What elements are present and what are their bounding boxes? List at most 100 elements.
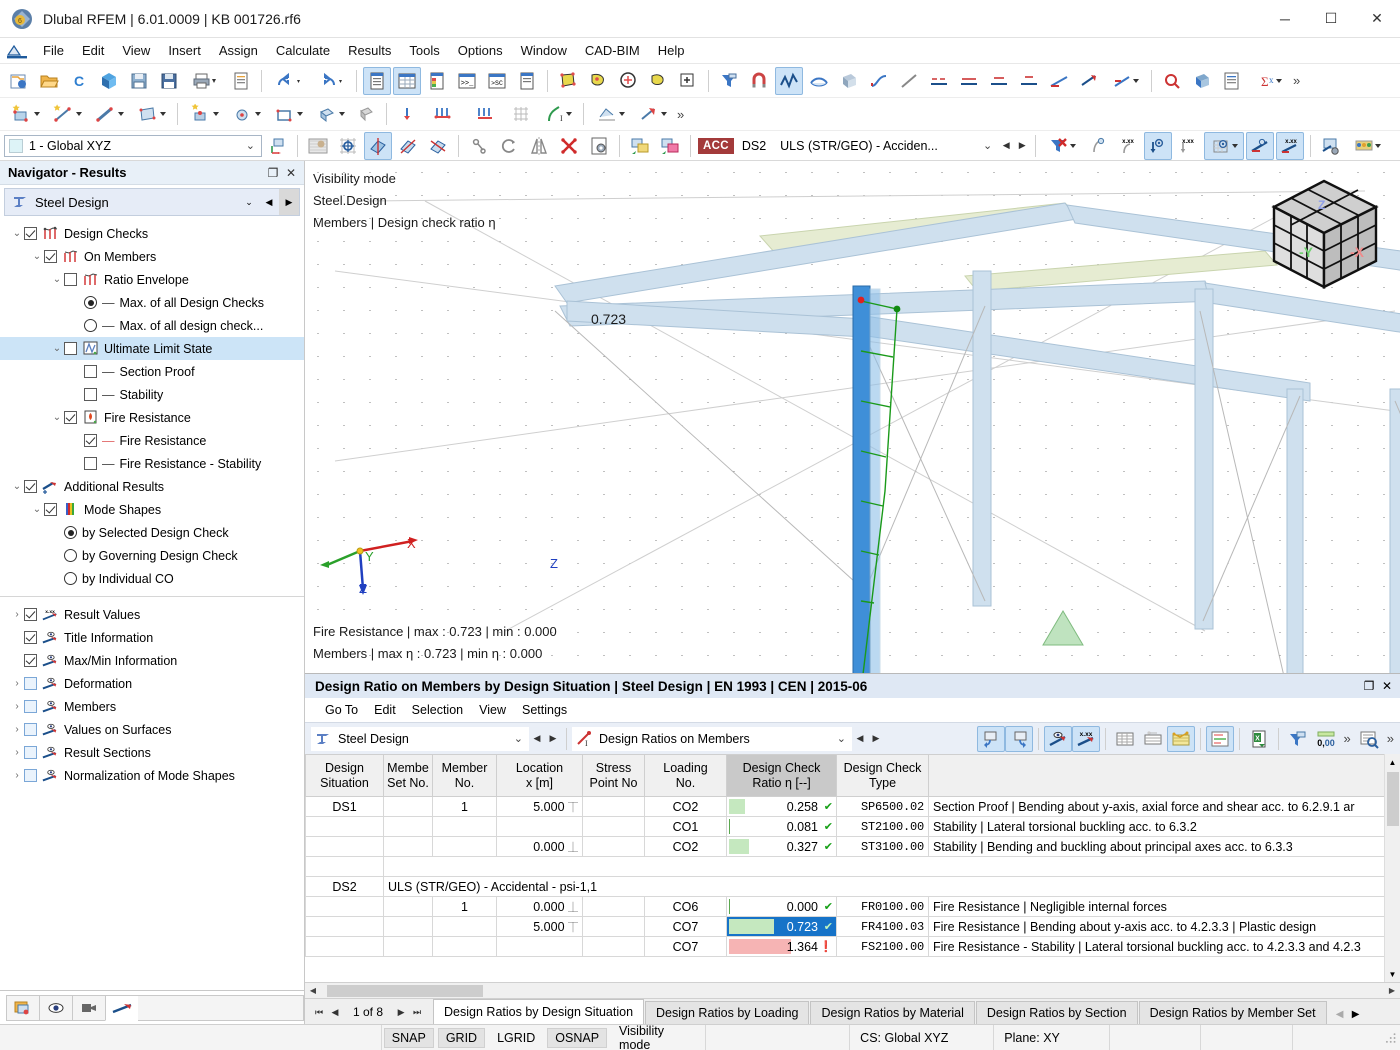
rotate-icon[interactable] bbox=[495, 132, 523, 160]
new-line-icon[interactable] bbox=[47, 100, 87, 128]
results-display-dropdown[interactable] bbox=[1105, 67, 1145, 95]
new-window-2-icon[interactable] bbox=[656, 132, 684, 160]
select-freehand-icon[interactable] bbox=[644, 67, 672, 95]
render-icon[interactable] bbox=[1188, 67, 1216, 95]
display-settings-icon[interactable] bbox=[1317, 132, 1345, 160]
tab-results-icon[interactable] bbox=[105, 995, 139, 1021]
table-menu-edit[interactable]: Edit bbox=[366, 701, 404, 719]
script-icon[interactable]: >SC bbox=[483, 67, 511, 95]
table-grid-icon[interactable] bbox=[1111, 726, 1139, 752]
tree-item[interactable]: Title Information bbox=[0, 626, 304, 649]
load-combination-combo[interactable]: ULS (STR/GEO) - Acciden... ⌄ bbox=[776, 135, 998, 157]
tree-checkbox[interactable] bbox=[24, 631, 37, 644]
menu-cad-bim[interactable]: CAD-BIM bbox=[576, 40, 649, 61]
tree-item[interactable]: ›Normalization of Mode Shapes bbox=[0, 764, 304, 787]
printout-report-icon[interactable] bbox=[227, 67, 255, 95]
lc-prev-button[interactable]: ◀ bbox=[998, 135, 1014, 157]
render-view-icon[interactable] bbox=[304, 132, 332, 160]
solid-block-icon[interactable] bbox=[352, 100, 380, 128]
tree-item[interactable]: ›Values on Surfaces bbox=[0, 718, 304, 741]
pager-next-button[interactable]: ▶ bbox=[393, 1004, 409, 1020]
select-special-icon[interactable] bbox=[674, 67, 702, 95]
result-values-1-icon[interactable] bbox=[925, 67, 953, 95]
printout-icon[interactable] bbox=[1218, 67, 1246, 95]
table-header-cell[interactable]: Locationx [m] bbox=[497, 755, 583, 797]
settings-gear-icon[interactable] bbox=[585, 132, 613, 160]
new-surface-support-icon[interactable] bbox=[268, 100, 308, 128]
new-hinge-icon[interactable] bbox=[226, 100, 266, 128]
tree-item[interactable]: ›Deformation bbox=[0, 672, 304, 695]
snap-grid-icon[interactable] bbox=[334, 132, 362, 160]
new-support-icon[interactable] bbox=[184, 100, 224, 128]
chevron-down-icon[interactable]: ⌄ bbox=[979, 139, 996, 152]
tree-item[interactable]: —Section Proof bbox=[0, 360, 304, 383]
tree-expander-icon[interactable]: ⌄ bbox=[30, 251, 44, 262]
tree-checkbox[interactable] bbox=[84, 434, 97, 447]
menu-assign[interactable]: Assign bbox=[210, 40, 267, 61]
filter-results-icon[interactable] bbox=[1042, 132, 1082, 160]
table-header-cell[interactable] bbox=[929, 755, 1385, 797]
navigator-module-selector[interactable]: Steel Design ⌄ ◀ ▶ bbox=[4, 188, 300, 216]
table-module-next[interactable]: ▶ bbox=[545, 728, 561, 750]
plane-yz-icon[interactable] bbox=[424, 132, 452, 160]
scroll-left-arrow[interactable]: ◀ bbox=[305, 983, 321, 999]
tree-item[interactable]: by Governing Design Check bbox=[0, 544, 304, 567]
menu-help[interactable]: Help bbox=[649, 40, 694, 61]
tree-expander-icon[interactable]: › bbox=[10, 770, 24, 781]
tree-expander-icon[interactable]: ⌄ bbox=[30, 504, 44, 515]
color-scale-icon[interactable] bbox=[1347, 132, 1387, 160]
tree-item[interactable]: —Stability bbox=[0, 383, 304, 406]
scroll-right-arrow[interactable]: ▶ bbox=[1384, 983, 1400, 999]
menu-insert[interactable]: Insert bbox=[159, 40, 210, 61]
delete-icon[interactable] bbox=[555, 132, 583, 160]
table-toolbar-overflow-2[interactable]: » bbox=[1383, 731, 1398, 746]
status-snap-toggle[interactable]: SNAP bbox=[384, 1028, 434, 1048]
table-header-cell[interactable]: DesignSituation bbox=[306, 755, 384, 797]
plane-xz-icon[interactable] bbox=[394, 132, 422, 160]
tree-checkbox[interactable] bbox=[24, 746, 37, 759]
tree-item[interactable]: ⌄Design Checks bbox=[0, 222, 304, 245]
navigator-next-button[interactable]: ▶ bbox=[279, 189, 299, 215]
tree-expander-icon[interactable]: › bbox=[10, 724, 24, 735]
chevron-down-icon[interactable]: ⌄ bbox=[242, 139, 259, 152]
tree-item[interactable]: ⌄On Members bbox=[0, 245, 304, 268]
info-list-icon[interactable] bbox=[513, 67, 541, 95]
pager-prev-button[interactable]: ◀ bbox=[327, 1004, 343, 1020]
tree-item[interactable]: ⌄Mode Shapes bbox=[0, 498, 304, 521]
table-horizontal-scrollbar[interactable]: ◀ ▶ bbox=[305, 982, 1400, 998]
menu-calculate[interactable]: Calculate bbox=[267, 40, 339, 61]
tree-expander-icon[interactable]: ⌄ bbox=[50, 343, 64, 354]
table-vertical-scrollbar[interactable]: ▲ ▼ bbox=[1384, 754, 1400, 982]
magnet-icon[interactable] bbox=[745, 67, 773, 95]
tab-views-icon[interactable] bbox=[72, 995, 106, 1021]
results-graph-icon[interactable] bbox=[775, 67, 803, 95]
table-tab[interactable]: Design Ratios by Loading bbox=[645, 1001, 809, 1024]
undo-icon[interactable] bbox=[268, 67, 308, 95]
tree-checkbox[interactable] bbox=[64, 342, 77, 355]
table-row[interactable]: 5.000 ⏉CO70.723✔FR4100.03Fire Resistance… bbox=[306, 917, 1385, 937]
table-chart-icon[interactable] bbox=[1167, 726, 1195, 752]
tree-item[interactable]: —Max. of all Design Checks bbox=[0, 291, 304, 314]
tree-item[interactable]: ›Result Sections bbox=[0, 741, 304, 764]
value-labels-icon[interactable]: x.xx bbox=[1174, 132, 1202, 160]
find-icon[interactable] bbox=[1158, 67, 1186, 95]
table-header-cell[interactable]: Design CheckType bbox=[837, 755, 929, 797]
result-diagram-eye-icon[interactable] bbox=[1246, 132, 1274, 160]
filter-icon[interactable] bbox=[715, 67, 743, 95]
pager-last-button[interactable]: ⏭ bbox=[409, 1004, 425, 1020]
tree-expander-icon[interactable]: › bbox=[10, 678, 24, 689]
select-lasso-icon[interactable] bbox=[584, 67, 612, 95]
new-surface-icon[interactable] bbox=[131, 100, 171, 128]
scroll-down-arrow[interactable]: ▼ bbox=[1385, 966, 1400, 982]
table-menu-selection[interactable]: Selection bbox=[404, 701, 471, 719]
menu-file[interactable]: File bbox=[34, 40, 73, 61]
result-values-xxx-icon[interactable]: x.xx bbox=[1114, 132, 1142, 160]
table-bars-icon[interactable] bbox=[1206, 726, 1234, 752]
tree-checkbox[interactable] bbox=[24, 227, 37, 240]
tree-radio[interactable] bbox=[64, 526, 77, 539]
table-module-combo[interactable]: Steel Design ⌄ bbox=[311, 727, 529, 751]
tree-checkbox[interactable] bbox=[44, 503, 57, 516]
menu-options[interactable]: Options bbox=[449, 40, 512, 61]
tree-checkbox[interactable] bbox=[24, 608, 37, 621]
data-navigator-icon[interactable] bbox=[363, 67, 391, 95]
